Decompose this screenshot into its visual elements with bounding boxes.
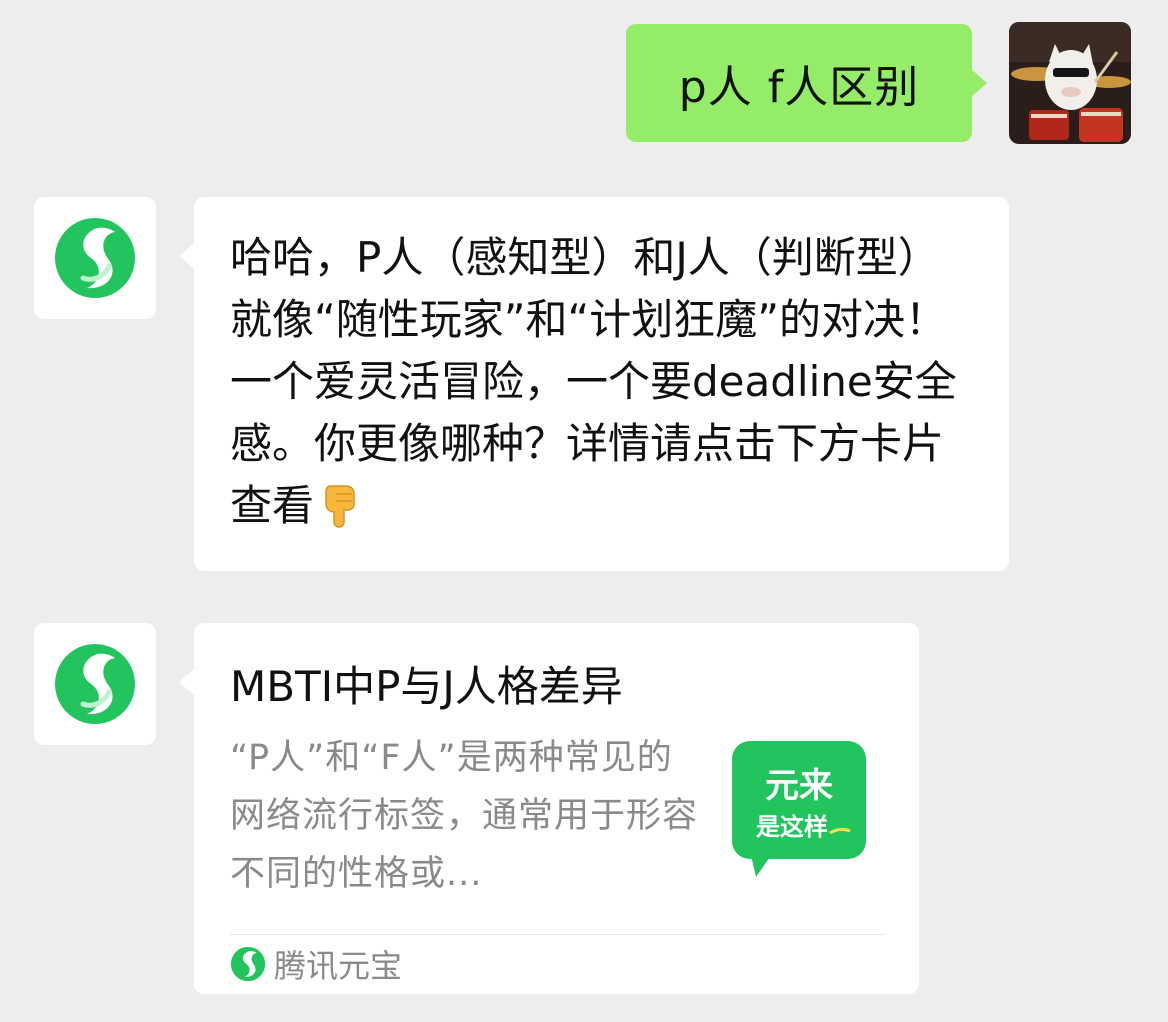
thumbnail-line1: 元来 (765, 766, 833, 806)
card-source-name: 腾讯元宝 (274, 947, 403, 985)
bot-avatar[interactable] (34, 623, 156, 745)
card-source-row[interactable]: 腾讯元宝 (230, 945, 402, 985)
card-thumbnail: 元来 是这样 (730, 739, 870, 883)
yuanbao-logo-icon (55, 644, 135, 724)
user-avatar[interactable] (1009, 22, 1131, 144)
user-message-bubble[interactable]: p人 f人区别 (626, 24, 987, 142)
bot-avatar[interactable] (34, 197, 156, 319)
yuanbao-logo-icon (55, 218, 135, 298)
card-description: “P人”和“F人”是两种常见的网络流行标签，通常用于形容不同的性格或... (230, 738, 699, 894)
backhand-index-pointing-down-icon (322, 482, 358, 545)
cat-drummer-avatar-icon (1009, 22, 1131, 144)
yuanbao-logo-icon (230, 946, 266, 982)
bot-reply-bubble[interactable]: 哈哈，P人（感知型）和J人（判断型）就像“随性玩家”和“计划狂魔”的对决！一个爱… (179, 197, 1009, 571)
link-card[interactable]: MBTI中P与J人格差异 “P人”和“F人”是两种常见的网络流行标签，通常用于形… (179, 623, 919, 994)
user-message-text: p人 f人区别 (678, 62, 920, 113)
thumbnail-line2: 是这样 (756, 813, 828, 841)
card-divider (230, 934, 885, 935)
card-title: MBTI中P与J人格差异 (230, 662, 623, 711)
